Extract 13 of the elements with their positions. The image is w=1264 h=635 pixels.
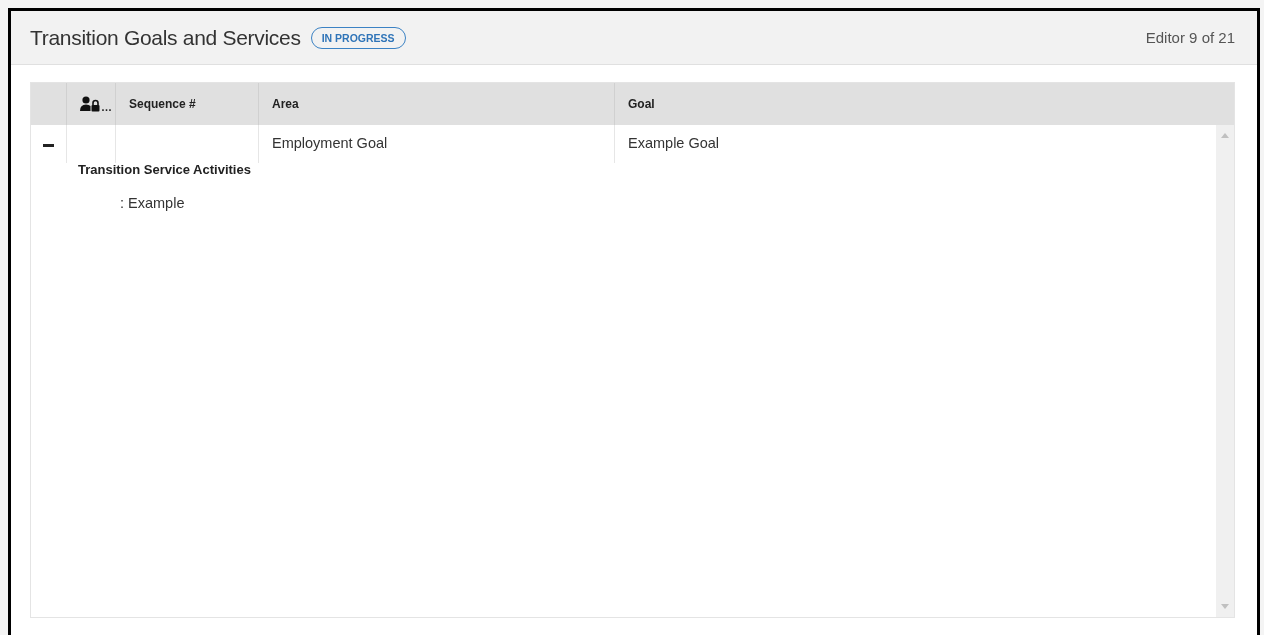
column-header[interactable]: Area <box>258 83 614 125</box>
column-header[interactable]: … <box>101 101 112 113</box>
detail-heading: Transition Service Activities <box>78 162 252 177</box>
detail-item: : Example <box>120 195 186 211</box>
editor-position: Editor 9 of 21 <box>1145 29 1235 46</box>
column-header[interactable]: Sequence # <box>115 83 258 125</box>
collapse-icon[interactable] <box>43 144 54 147</box>
user-lock-icon <box>80 96 100 112</box>
table-cell: Example Goal <box>628 135 720 151</box>
scrollbar[interactable] <box>1216 125 1234 617</box>
column-header[interactable]: Goal <box>614 83 1216 125</box>
table-cell: Employment Goal <box>272 135 388 151</box>
page-title: Transition Goals and Services <box>30 25 301 50</box>
